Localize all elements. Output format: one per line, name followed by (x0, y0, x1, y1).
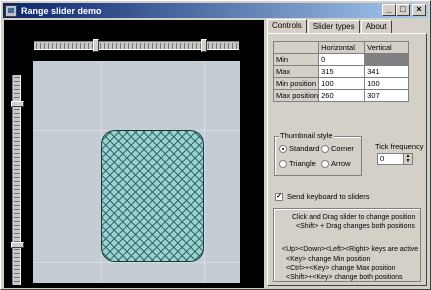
maximize-button[interactable]: □ (396, 4, 410, 16)
radio-dot[interactable] (279, 159, 287, 168)
grid-row-label: Min (272, 53, 320, 66)
grid-cell-minpos-horizontal[interactable]: 100 (318, 77, 366, 90)
app-icon[interactable] (5, 4, 17, 17)
spinner-arrows[interactable]: ▲ ▼ (403, 154, 412, 164)
radio-label: Arrow (331, 159, 351, 168)
grid-row-label: Max position (272, 89, 320, 102)
radio-label: Standard (289, 144, 320, 153)
horizontal-max-thumb[interactable] (201, 39, 207, 52)
window-title: Range slider demo (21, 5, 102, 16)
help-line: <Shift> + Drag changes both positions (296, 223, 415, 230)
grid-cell-min-vertical[interactable]: 0 (364, 53, 410, 66)
horizontal-min-thumb[interactable] (93, 39, 99, 52)
selected-range-rectangle (101, 130, 204, 262)
range-values-grid[interactable]: Horizontal Vertical Min 0 0 Max 315 341 … (272, 41, 410, 102)
tick-frequency-value[interactable]: 0 (380, 154, 384, 163)
radio-arrow[interactable]: Arrow (321, 159, 351, 168)
radio-label: Corner (331, 144, 354, 153)
help-line: <Shift>+<Key> change both positions (286, 274, 403, 281)
send-keyboard-label: Send keyboard to sliders (287, 192, 370, 201)
radio-dot[interactable] (321, 159, 329, 168)
checkbox-check-icon[interactable]: ✓ (275, 192, 283, 201)
tick-frequency-label: Tick frequency (375, 142, 424, 151)
vertical-slider-ticks (14, 77, 20, 283)
close-button[interactable]: × (412, 4, 426, 16)
controls-tab-pane: Horizontal Vertical Min 0 0 Max 315 341 … (267, 33, 427, 286)
tab-slider-types[interactable]: Slider types (307, 20, 360, 33)
help-line: Click and Drag slider to change position (292, 214, 416, 221)
tick-frequency-spinner[interactable]: 0 ▲ ▼ (377, 153, 413, 165)
title-bar[interactable]: Range slider demo _ □ × (3, 3, 428, 18)
range-preview-canvas (33, 61, 240, 283)
grid-cell-max-vertical[interactable]: 341 (364, 65, 410, 78)
thumbnail-style-legend: Thumbnail style (279, 131, 334, 140)
horizontal-range-slider[interactable] (34, 41, 239, 50)
radio-triangle[interactable]: Triangle (279, 159, 316, 168)
controls-panel: Controls Slider types About Horizontal V… (265, 19, 429, 288)
spin-down-icon[interactable]: ▼ (404, 159, 412, 164)
grid-row-label: Max (272, 65, 320, 78)
help-text-box: Click and Drag slider to change position… (273, 208, 421, 282)
radio-dot[interactable] (279, 144, 287, 153)
help-line: <Ctrl>+<Key> change Max position (286, 265, 396, 272)
radio-standard[interactable]: Standard (279, 144, 319, 153)
send-keyboard-checkbox[interactable]: ✓ Send keyboard to sliders (275, 192, 370, 201)
canvas-gridline (33, 262, 240, 263)
thumbnail-style-group: Thumbnail style Standard Corner Triangle… (274, 131, 362, 176)
grid-cell-maxpos-vertical[interactable]: 307 (364, 89, 410, 102)
grid-row-label: Min position (272, 77, 320, 90)
radio-label: Triangle (289, 159, 316, 168)
help-line: <Up><Down><Left><Right> keys are active (282, 246, 419, 253)
grid-cell-maxpos-horizontal[interactable]: 260 (318, 89, 366, 102)
grid-cell-minpos-vertical[interactable]: 100 (364, 77, 410, 90)
grid-cell-max-horizontal[interactable]: 315 (318, 65, 366, 78)
tab-controls[interactable]: Controls (267, 19, 307, 33)
grid-cell-min-horizontal[interactable]: 0 (318, 53, 366, 66)
grid-corner-header (272, 41, 320, 54)
app-window: Range slider demo _ □ × Controls Slider … (0, 0, 431, 290)
minimize-button[interactable]: _ (382, 4, 396, 16)
grid-header-vertical: Vertical (364, 41, 410, 54)
preview-panel (4, 20, 264, 288)
tab-about[interactable]: About (360, 20, 392, 33)
canvas-gridline (204, 61, 205, 283)
help-line: <Key> change Min position (286, 256, 371, 263)
vertical-min-thumb[interactable] (11, 101, 24, 107)
radio-dot[interactable] (321, 144, 329, 153)
vertical-max-thumb[interactable] (11, 242, 24, 248)
tab-strip: Controls Slider types About (267, 19, 393, 33)
radio-corner[interactable]: Corner (321, 144, 354, 153)
grid-header-horizontal: Horizontal (318, 41, 366, 54)
